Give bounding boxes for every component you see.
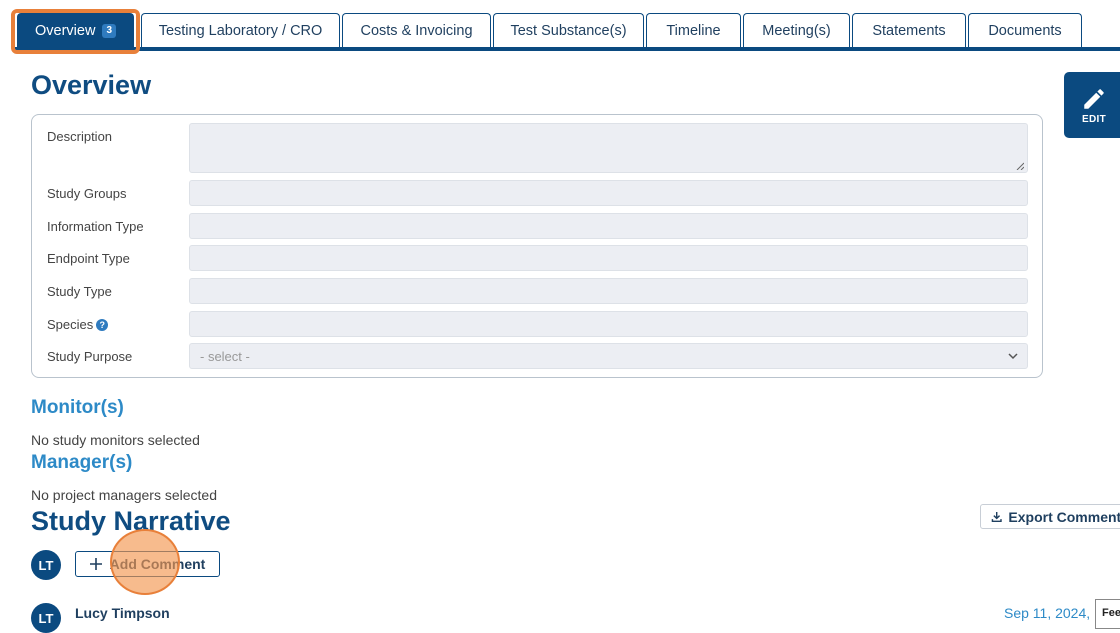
comment-author[interactable]: Lucy Timpson [75, 605, 170, 621]
description-label: Description [47, 129, 113, 144]
tab-timeline[interactable]: Timeline [646, 13, 741, 47]
comment-date: Sep 11, 2024, [1004, 605, 1091, 621]
tab-meetings[interactable]: Meeting(s) [743, 13, 850, 47]
study-groups-label: Study Groups [47, 186, 127, 201]
edit-label: EDIT [1082, 113, 1106, 125]
study-type-label: Study Type [47, 284, 112, 299]
managers-empty-text: No project managers selected [31, 487, 217, 503]
export-comments-label: Export Comments [1008, 508, 1120, 525]
resize-handle-icon[interactable] [1016, 162, 1024, 170]
species-field[interactable] [189, 311, 1028, 337]
tab-label: Timeline [666, 22, 721, 39]
tab-test-substances[interactable]: Test Substance(s) [493, 13, 644, 47]
tab-label: Statements [872, 22, 946, 39]
species-label: Species [47, 317, 94, 332]
plus-icon [89, 558, 102, 570]
endpoint-type-field[interactable] [189, 245, 1028, 271]
comment-avatar: LT [31, 603, 61, 633]
overview-count-badge: 3 [102, 23, 116, 38]
study-purpose-select[interactable]: - select - [189, 343, 1028, 369]
download-icon [991, 511, 1002, 522]
page-title: Overview [31, 70, 152, 100]
description-textarea[interactable] [189, 123, 1028, 173]
study-groups-field[interactable] [189, 180, 1028, 206]
tab-label: Test Substance(s) [510, 22, 627, 39]
feedback-button[interactable]: Feedback [1095, 599, 1120, 629]
study-purpose-value: - select - [200, 349, 250, 364]
chevron-down-icon [1008, 353, 1018, 360]
study-type-field[interactable] [189, 278, 1028, 304]
edit-button[interactable]: EDIT [1064, 72, 1120, 138]
tab-statements[interactable]: Statements [852, 13, 966, 47]
add-comment-button[interactable]: Add Comment [75, 551, 220, 577]
tab-documents[interactable]: Documents [968, 13, 1082, 47]
monitors-heading: Monitor(s) [31, 397, 124, 418]
tab-label: Meeting(s) [762, 22, 831, 39]
information-type-label: Information Type [47, 219, 144, 234]
tab-testing-laboratory[interactable]: Testing Laboratory / CRO [141, 13, 340, 47]
tab-bar: Overview 3 Testing Laboratory / CRO Cost… [0, 0, 1120, 54]
tab-label: Testing Laboratory / CRO [158, 22, 323, 39]
tab-label: Costs & Invoicing [360, 22, 473, 39]
avatar: LT [31, 550, 61, 580]
information-type-field[interactable] [189, 213, 1028, 239]
managers-heading: Manager(s) [31, 452, 133, 473]
add-comment-label: Add Comment [109, 556, 206, 572]
tab-costs-invoicing[interactable]: Costs & Invoicing [342, 13, 491, 47]
study-purpose-label: Study Purpose [47, 349, 133, 364]
pencil-icon [1084, 88, 1104, 109]
tab-overview-label: Overview [35, 22, 96, 39]
study-narrative-heading: Study Narrative [31, 506, 231, 536]
tab-label: Documents [988, 22, 1062, 39]
species-label-row: Species? [47, 317, 109, 332]
help-icon[interactable]: ? [96, 319, 109, 331]
tab-overview[interactable]: Overview 3 [17, 13, 134, 47]
export-comments-button[interactable]: Export Comments [980, 504, 1120, 529]
tab-underline [12, 47, 1120, 51]
endpoint-type-label: Endpoint Type [47, 251, 130, 266]
monitors-empty-text: No study monitors selected [31, 432, 200, 448]
